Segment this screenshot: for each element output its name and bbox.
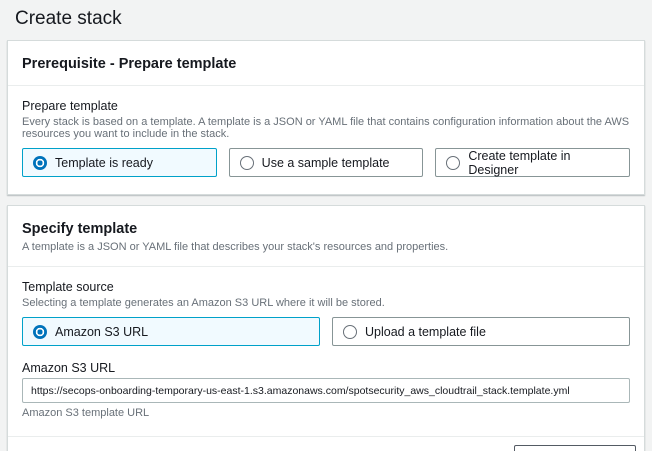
radio-tile-label: Use a sample template xyxy=(262,156,390,170)
radio-checked-icon[interactable] xyxy=(33,156,47,170)
radio-checked-icon[interactable] xyxy=(33,325,47,339)
radio-tile-create-in-designer[interactable]: Create template in Designer xyxy=(435,148,630,177)
specify-template-description: A template is a JSON or YAML file that d… xyxy=(22,241,630,253)
radio-tile-label: Create template in Designer xyxy=(468,149,619,177)
page-title: Create stack xyxy=(15,8,645,30)
create-stack-page: Create stack Prerequisite - Prepare temp… xyxy=(0,0,652,451)
radio-tile-upload-template-file[interactable]: Upload a template file xyxy=(332,317,630,346)
radio-tile-template-is-ready[interactable]: Template is ready xyxy=(22,148,217,177)
radio-unchecked-icon[interactable] xyxy=(446,156,460,170)
prerequisite-card-body: Prepare template Every stack is based on… xyxy=(8,86,644,194)
radio-tile-amazon-s3-url[interactable]: Amazon S3 URL xyxy=(22,317,320,346)
radio-unchecked-icon[interactable] xyxy=(240,156,254,170)
specify-template-card-header: Specify template A template is a JSON or… xyxy=(8,206,644,267)
radio-tile-label: Template is ready xyxy=(55,156,153,170)
radio-tile-label: Amazon S3 URL xyxy=(55,325,148,339)
specify-template-card: Specify template A template is a JSON or… xyxy=(7,205,645,451)
prerequisite-card-header: Prerequisite - Prepare template xyxy=(8,41,644,86)
radio-unchecked-icon[interactable] xyxy=(343,325,357,339)
template-source-options: Amazon S3 URL Upload a template file xyxy=(22,317,630,346)
amazon-s3-url-field: Amazon S3 URL Amazon S3 template URL xyxy=(22,361,630,419)
radio-tile-label: Upload a template file xyxy=(365,325,486,339)
radio-tile-use-sample-template[interactable]: Use a sample template xyxy=(229,148,424,177)
prepare-template-description: Every stack is based on a template. A te… xyxy=(22,116,630,140)
specify-template-card-body: Template source Selecting a template gen… xyxy=(8,267,644,436)
template-source-description: Selecting a template generates an Amazon… xyxy=(22,297,630,309)
amazon-s3-url-label: Amazon S3 URL xyxy=(22,361,630,375)
amazon-s3-url-helper: Amazon S3 template URL xyxy=(22,407,630,419)
prerequisite-card: Prerequisite - Prepare template Prepare … xyxy=(7,40,645,195)
prepare-template-label: Prepare template xyxy=(22,99,630,113)
specify-template-card-footer: S3 URL:https://secops-onboarding-tempora… xyxy=(8,436,644,451)
specify-template-card-title: Specify template xyxy=(22,221,630,237)
amazon-s3-url-input[interactable] xyxy=(22,378,630,403)
prepare-template-options: Template is ready Use a sample template … xyxy=(22,148,630,177)
view-in-designer-button[interactable]: View in Designer xyxy=(514,445,636,451)
template-source-label: Template source xyxy=(22,280,630,294)
prerequisite-card-title: Prerequisite - Prepare template xyxy=(22,56,630,72)
